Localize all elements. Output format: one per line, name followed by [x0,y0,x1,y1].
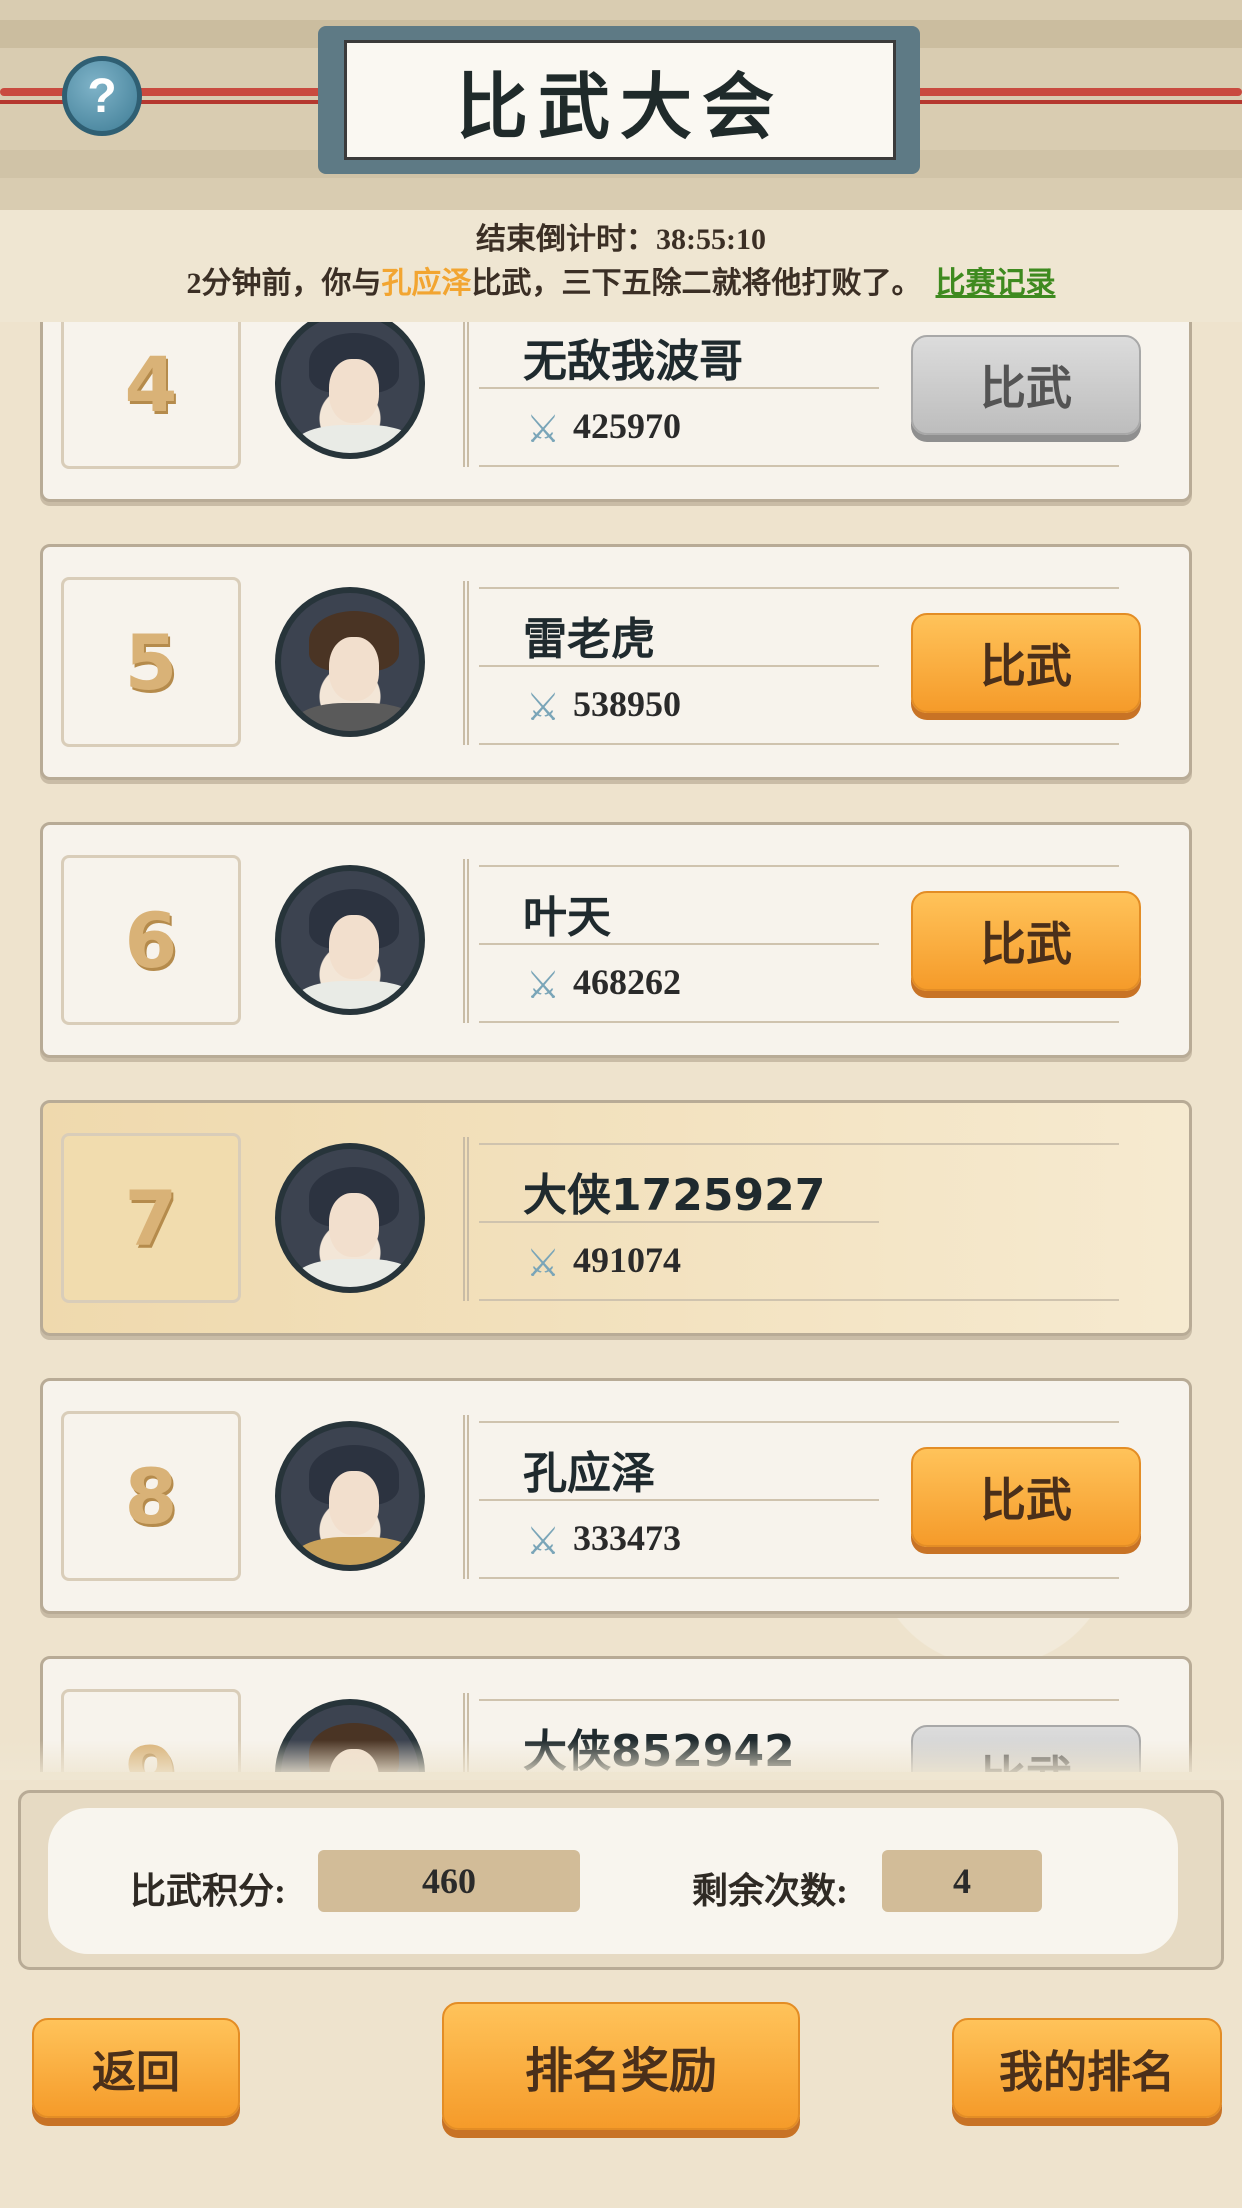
player-name: 叶天 [523,892,611,943]
list-item-self: 7 大侠1725927 ⚔ 491074 [40,1100,1192,1336]
rank-number: 5 [124,617,178,707]
crossed-swords-icon: ⚔ [525,1519,561,1563]
avatar[interactable] [275,587,425,737]
rank-number: 6 [124,895,178,985]
fight-button[interactable]: 比武 [911,613,1141,713]
avatar[interactable] [275,1143,425,1293]
remaining-value: 4 [882,1850,1042,1912]
battle-prefix: 2分钟前，你与 [186,267,382,300]
crossed-swords-icon: ⚔ [525,685,561,729]
rank-box: 6 [61,855,241,1025]
help-button[interactable]: ? [62,56,142,136]
battle-suffix: 比武，三下五除二就将他打败了。 [471,267,922,300]
ranking-list[interactable]: 4 无敌我波哥 ⚔ 425970 比武 5 雷老虎 ⚔ 538950 比武 6 … [0,322,1242,1772]
player-name: 孔应泽 [523,1448,655,1499]
match-record-link[interactable]: 比赛记录 [936,267,1056,300]
remaining-label: 剩余次数: [692,1871,848,1911]
fight-button[interactable]: 比武 [911,1447,1141,1547]
rank-box: 4 [61,322,241,469]
player-name: 无敌我波哥 [523,336,743,387]
fight-button[interactable]: 比武 [911,335,1141,435]
rank-box: 8 [61,1411,241,1581]
countdown-timer: 结束倒计时：38:55:10 [476,223,766,256]
question-icon: ? [87,69,117,123]
rank-rewards-button[interactable]: 排名奖励 [442,2002,800,2130]
score-value: 460 [318,1850,580,1912]
back-button[interactable]: 返回 [32,2018,240,2118]
rank-box: 7 [61,1133,241,1303]
list-item: 8 孔应泽 ⚔ 333473 比武 [40,1378,1192,1614]
power-value: 425970 [573,406,681,446]
list-item: 5 雷老虎 ⚔ 538950 比武 [40,544,1192,780]
power-value: 491074 [573,1240,681,1280]
list-item: 4 无敌我波哥 ⚔ 425970 比武 [40,322,1192,502]
title-frame: 比武大会 [344,40,896,160]
fight-button[interactable]: 比武 [911,891,1141,991]
power-value: 333473 [573,1518,681,1558]
crossed-swords-icon: ⚔ [525,407,561,451]
rank-number: 4 [124,339,178,429]
rank-box: 5 [61,577,241,747]
rank-number: 8 [124,1451,178,1541]
my-rank-button[interactable]: 我的排名 [952,2018,1222,2118]
page-title: 比武大会 [455,64,784,149]
avatar[interactable] [275,322,425,459]
rank-number: 7 [124,1173,178,1263]
player-name: 大侠1725927 [523,1170,826,1221]
crossed-swords-icon: ⚔ [525,1241,561,1285]
battle-message: 2分钟前，你与孔应泽比武，三下五除二就将他打败了。 比赛记录 [0,258,1242,302]
power-value: 538950 [573,684,681,724]
score-label: 比武积分: [130,1871,286,1911]
avatar[interactable] [275,1421,425,1571]
list-fade [0,1740,1242,1780]
power-value: 468262 [573,962,681,1002]
crossed-swords-icon: ⚔ [525,963,561,1007]
avatar[interactable] [275,865,425,1015]
list-item: 6 叶天 ⚔ 468262 比武 [40,822,1192,1058]
player-name: 雷老虎 [523,614,655,665]
opponent-name: 孔应泽 [381,267,472,300]
